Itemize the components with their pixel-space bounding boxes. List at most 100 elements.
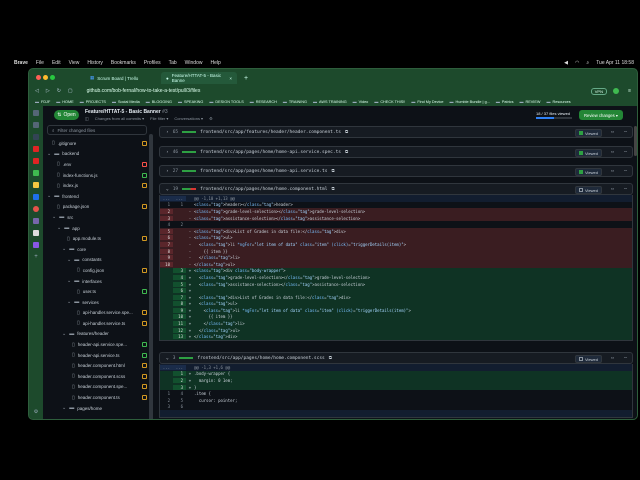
chevron-down-icon[interactable]: ⌄: [52, 214, 56, 220]
sidebar-youtube-icon-2[interactable]: [33, 158, 39, 164]
tree-file[interactable]: ▯ .gitignore: [47, 138, 147, 149]
comment-icon[interactable]: ▭: [611, 355, 614, 361]
tree-file[interactable]: ▯ api-handler.service.ts: [47, 318, 147, 329]
tree-file[interactable]: ▯ header.component.ts: [47, 392, 147, 403]
menu-profiles[interactable]: Profiles: [144, 60, 161, 66]
vpn-button[interactable]: VPN: [590, 87, 607, 95]
profile-avatar[interactable]: [613, 88, 619, 94]
chevron-down-icon[interactable]: ⌄: [47, 193, 51, 199]
file-path[interactable]: frontend/src/app/pages/home/home.compone…: [197, 356, 324, 361]
viewed-checkbox[interactable]: Viewed: [574, 149, 602, 157]
chevron-down-icon[interactable]: ⌄: [57, 225, 61, 231]
chevron-icon[interactable]: ›: [166, 130, 169, 135]
viewed-checkbox[interactable]: Viewed: [574, 355, 602, 363]
tree-file[interactable]: ▯ header.component.scss: [47, 371, 147, 382]
back-icon[interactable]: ◁: [35, 88, 39, 94]
tree-file[interactable]: ▯ index-functions.js: [47, 170, 147, 181]
sidebar-app-icon[interactable]: [33, 170, 39, 176]
tree-folder[interactable]: ⌄ ▬ services: [47, 297, 147, 308]
copy-icon[interactable]: ⧉: [331, 168, 334, 174]
comment-icon[interactable]: ▭: [611, 168, 614, 174]
bookmark-item[interactable]: Social Media: [112, 99, 140, 104]
viewed-checkbox[interactable]: Viewed: [574, 168, 602, 176]
menu-tab[interactable]: Tab: [169, 60, 177, 66]
bookmark-item[interactable]: CHECK THIS!!: [374, 99, 405, 104]
sidebar-notes-icon[interactable]: [33, 182, 39, 188]
reload-icon[interactable]: ↻: [57, 88, 61, 94]
new-line-number[interactable]: 1: [173, 202, 186, 207]
changes-dropdown[interactable]: Changes from all commits ▾: [95, 116, 144, 121]
old-line-number[interactable]: 3: [160, 404, 173, 409]
chevron-down-icon[interactable]: ⌄: [47, 151, 51, 157]
file-tree-scrollbar[interactable]: [149, 134, 153, 419]
sidebar-bookmarks-icon[interactable]: [33, 110, 39, 116]
bookmark-item[interactable]: BLOGGING: [146, 99, 172, 104]
conversations-dropdown[interactable]: Conversations ▾: [174, 116, 203, 121]
new-line-number[interactable]: 6: [173, 404, 186, 409]
bookmark-item[interactable]: SPEAKING: [178, 99, 203, 104]
copy-icon[interactable]: ⧉: [331, 186, 334, 192]
bookmark-item[interactable]: Find My Device: [411, 99, 443, 104]
chevron-down-icon[interactable]: ⌄: [62, 405, 66, 411]
bookmark-item[interactable]: Resources: [546, 99, 570, 104]
menu-file[interactable]: File: [36, 60, 44, 66]
new-line-number[interactable]: ...: [173, 195, 186, 201]
tree-file[interactable]: ▯ app.module.ts: [47, 233, 147, 244]
tree-file[interactable]: ▯ header.component.spe...: [47, 382, 147, 393]
old-line-number[interactable]: 8: [160, 248, 173, 254]
file-path[interactable]: frontend/src/app/pages/home/home-api.ser…: [200, 150, 341, 155]
chevron-down-icon[interactable]: ⌄: [67, 278, 71, 284]
tree-folder[interactable]: ⌄ ▬ app: [47, 223, 147, 234]
volume-icon[interactable]: ◀: [564, 60, 568, 66]
search-icon[interactable]: ⌕: [586, 60, 589, 66]
tab-github-pr[interactable]: ● Feature/HTTAT-5 - Basic Banne ×: [161, 72, 237, 84]
sidebar-chatgpt-icon[interactable]: [33, 218, 39, 224]
menu-edit[interactable]: Edit: [52, 60, 61, 66]
bookmark-item[interactable]: DESIGN TOOLS: [209, 99, 243, 104]
minimize-window-button[interactable]: [43, 75, 48, 80]
bookmark-item[interactable]: HOME: [56, 99, 73, 104]
new-line-number[interactable]: 3: [173, 268, 186, 274]
menu-help[interactable]: Help: [210, 60, 220, 66]
review-changes-button[interactable]: Review changes ▾: [579, 110, 623, 120]
tree-file[interactable]: ▯ .env: [47, 159, 147, 170]
sidebar-history-icon[interactable]: [33, 134, 39, 140]
copy-icon[interactable]: ⧉: [345, 129, 348, 135]
tree-file[interactable]: ▯ header-api.service.spe...: [47, 339, 147, 350]
tree-folder[interactable]: ⌄ ▬ constants: [47, 255, 147, 266]
old-line-number[interactable]: 6: [160, 235, 173, 241]
tree-folder[interactable]: ⌄ ▬ frontend: [47, 191, 147, 202]
new-line-number[interactable]: 8: [173, 301, 186, 307]
clock[interactable]: Tue Apr 11 18:58: [596, 60, 634, 66]
hunk-header[interactable]: ...... @@ -1,3 +1,6 @@: [160, 364, 632, 371]
bookmark-item[interactable]: TRAINING: [283, 99, 307, 104]
maximize-window-button[interactable]: [50, 75, 55, 80]
settings-icon[interactable]: ⚙: [209, 116, 213, 121]
old-line-number[interactable]: 5: [160, 228, 173, 234]
new-line-number[interactable]: 1: [173, 371, 186, 377]
viewed-checkbox[interactable]: Viewed: [574, 186, 602, 194]
old-line-number[interactable]: ...: [160, 364, 173, 370]
new-line-number[interactable]: 5: [173, 398, 186, 403]
new-line-number[interactable]: 7: [173, 294, 186, 300]
more-options-icon[interactable]: ⋯: [624, 149, 627, 155]
bookmark-item[interactable]: AWS TRAINING: [313, 99, 347, 104]
comment-icon[interactable]: ▭: [611, 149, 614, 155]
more-options-icon[interactable]: ⋯: [624, 129, 627, 135]
new-tab-button[interactable]: +: [239, 72, 253, 84]
hunk-header[interactable]: ...... @@ -1,10 +1,13 @@: [160, 195, 632, 202]
old-line-number[interactable]: 1: [160, 202, 173, 207]
tree-folder[interactable]: ⌄ ▬ features/header: [47, 329, 147, 340]
sidebar-app-icon-2[interactable]: [33, 194, 39, 200]
comment-icon[interactable]: ▭: [611, 129, 614, 135]
comment-icon[interactable]: ▭: [611, 186, 614, 192]
wifi-icon[interactable]: ◠: [575, 60, 579, 66]
new-line-number[interactable]: ...: [173, 364, 186, 370]
new-line-number[interactable]: 9: [173, 307, 186, 313]
old-line-number[interactable]: 2: [160, 208, 173, 214]
tree-folder[interactable]: ⌄ ▬ core: [47, 244, 147, 255]
tree-file[interactable]: ▯ user.ts: [47, 286, 147, 297]
new-line-number[interactable]: 2: [173, 377, 186, 383]
new-line-number[interactable]: 4: [173, 391, 186, 396]
sidebar-youtube-icon[interactable]: [33, 146, 39, 152]
